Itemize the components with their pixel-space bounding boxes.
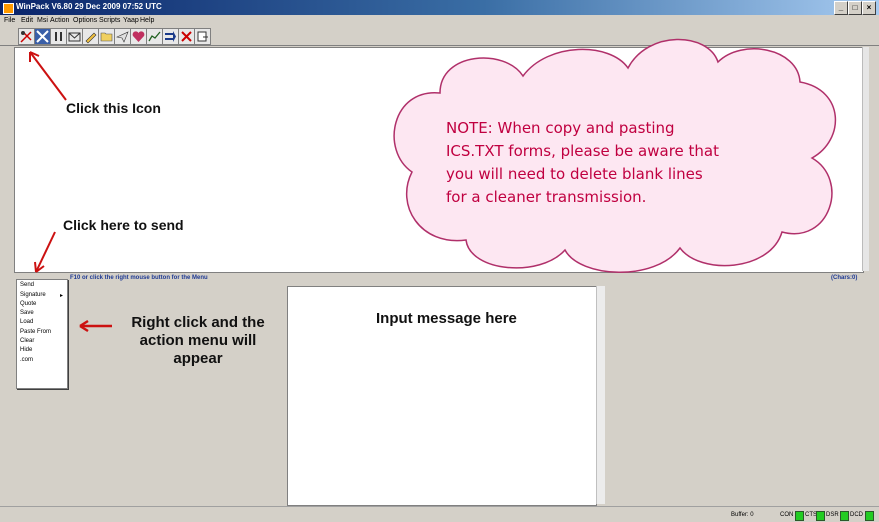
- arrow-to-send: [35, 231, 56, 273]
- annotation-click-send: Click here to send: [63, 217, 184, 233]
- annotation-click-icon: Click this Icon: [66, 100, 161, 116]
- note-text: NOTE: When copy and pasting ICS.TXT form…: [446, 119, 720, 206]
- annotation-overlay: [29, 38, 836, 333]
- annotation-input-here: Input message here: [376, 310, 517, 327]
- annotation-right-click: Right click and the action menu will app…: [131, 314, 265, 367]
- arrow-to-icon: [29, 51, 67, 101]
